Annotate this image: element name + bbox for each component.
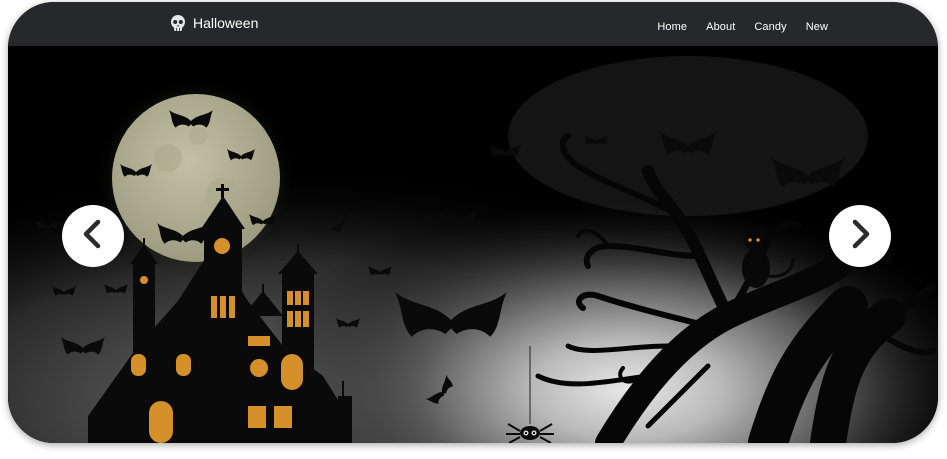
navbar: Halloween Home About Candy New (8, 2, 938, 46)
brand-name: Halloween (193, 15, 259, 31)
nav-candy[interactable]: Candy (754, 21, 786, 33)
carousel-prev-button[interactable] (62, 205, 124, 267)
nav-new[interactable]: New (806, 21, 828, 33)
brand-logo[interactable]: Halloween (169, 13, 258, 33)
chevron-right-icon (847, 219, 873, 254)
chevron-left-icon (80, 219, 106, 254)
carousel-next-button[interactable] (829, 205, 891, 267)
app-frame: Halloween Home About Candy New (8, 2, 938, 443)
skull-icon (169, 14, 187, 32)
hero-carousel-slide (8, 46, 938, 443)
halloween-night-scene-image (8, 46, 938, 443)
main-nav: Home About Candy New (657, 21, 828, 33)
nav-home[interactable]: Home (657, 21, 687, 33)
nav-about[interactable]: About (706, 21, 735, 33)
